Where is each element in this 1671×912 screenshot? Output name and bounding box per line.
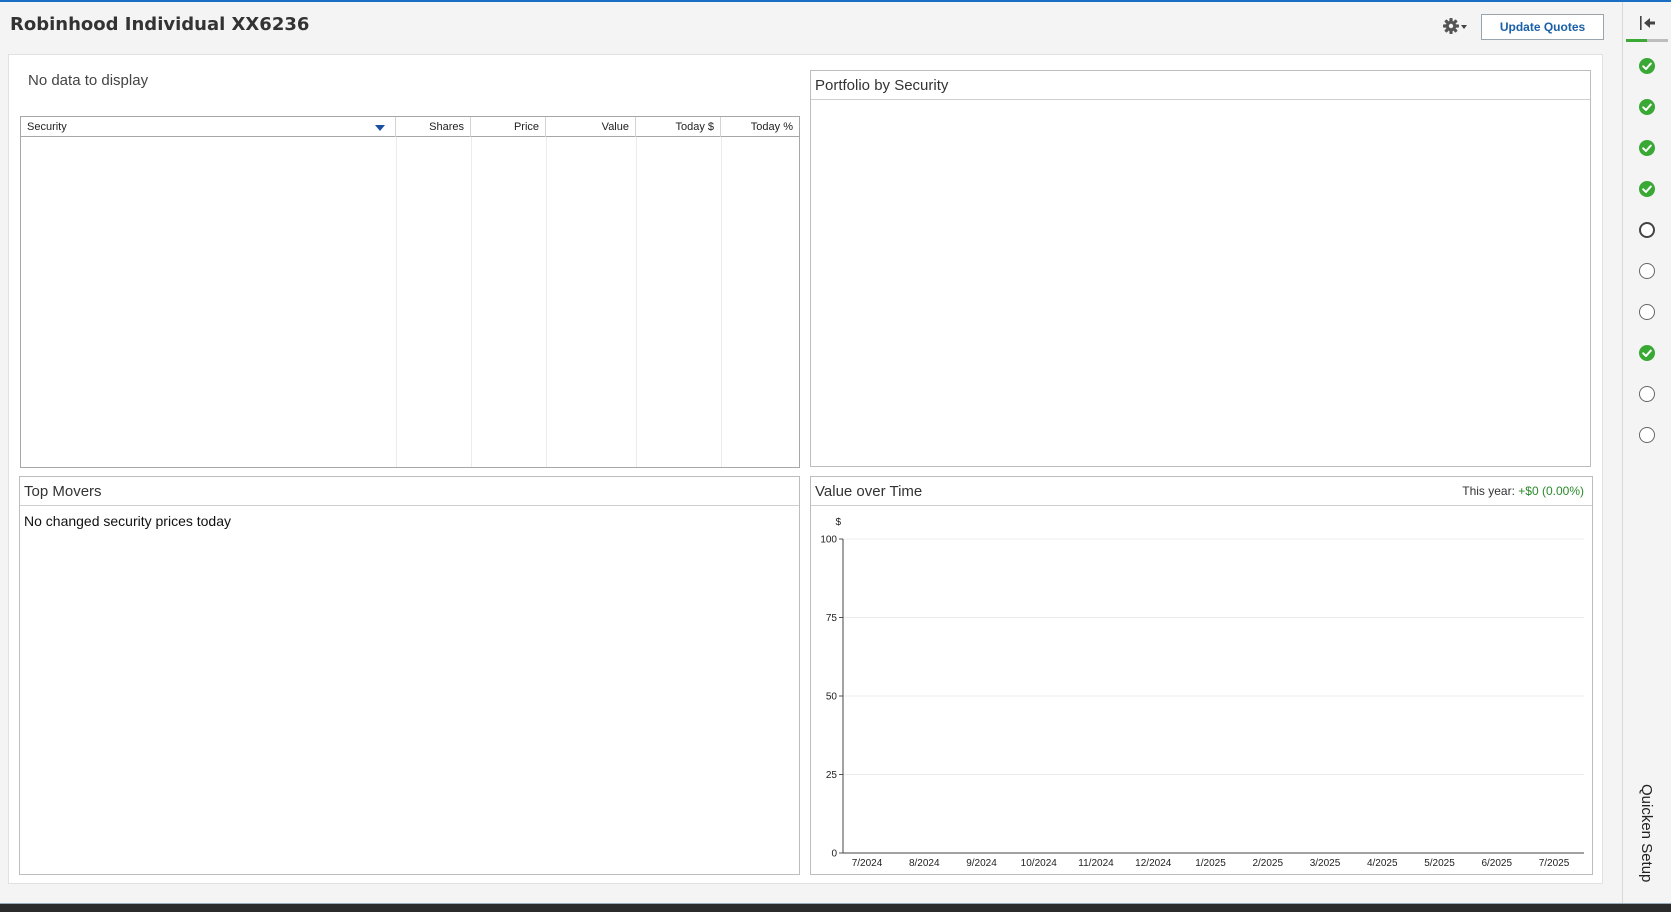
x-tick-label: 10/2024: [1021, 858, 1058, 869]
top-movers-panel: Top Movers No changed security prices to…: [19, 476, 800, 875]
step-complete-icon[interactable]: [1639, 140, 1655, 156]
quicken-setup-label[interactable]: Quicken Setup: [1631, 784, 1661, 884]
taskbar-strip: [0, 904, 1671, 912]
panel-title: Portfolio by Security: [811, 71, 1590, 100]
y-tick-label: 0: [831, 849, 837, 860]
this-year-value: +$0 (0.00%): [1518, 484, 1584, 498]
column-header-security[interactable]: Security: [21, 117, 396, 137]
column-divider: [471, 137, 472, 467]
account-header: Robinhood Individual XX6236 Update Quote…: [0, 2, 1622, 50]
x-tick-label: 9/2024: [966, 858, 997, 869]
x-tick-label: 6/2025: [1481, 858, 1512, 869]
step-incomplete-icon[interactable]: [1639, 304, 1655, 320]
column-header-value[interactable]: Value: [546, 117, 636, 137]
x-tick-label: 11/2024: [1078, 858, 1114, 869]
column-header-shares[interactable]: Shares: [396, 117, 471, 137]
column-divider: [546, 137, 547, 467]
step-incomplete-icon[interactable]: [1639, 263, 1655, 279]
x-tick-label: 1/2025: [1195, 858, 1226, 869]
holdings-empty-message: No data to display: [28, 72, 149, 89]
x-tick-label: 12/2024: [1135, 858, 1172, 869]
this-year-summary: This year: +$0 (0.00%): [1462, 484, 1584, 498]
account-title: Robinhood Individual XX6236: [10, 14, 310, 35]
column-header-label: Security: [27, 121, 67, 133]
y-axis-label: $: [835, 517, 841, 528]
column-divider: [721, 137, 722, 467]
step-complete-icon[interactable]: [1639, 58, 1655, 74]
holdings-table-header: Security Shares Price Value Today $ Toda…: [21, 117, 799, 137]
value-over-time-chart[interactable]: $0 25 50 75 100 7/2024 8/2024 9/2024 10/2024 11/2…: [811, 507, 1592, 873]
panel-title: Top Movers: [20, 477, 799, 506]
step-incomplete-icon[interactable]: [1639, 386, 1655, 402]
x-tick-label: 3/2025: [1310, 858, 1341, 869]
x-tick-label: 2/2025: [1252, 858, 1283, 869]
collapse-panel-icon[interactable]: [1635, 12, 1659, 34]
y-tick-label: 75: [826, 613, 838, 624]
chevron-down-icon: [1461, 25, 1467, 29]
setup-progress-bar: [1626, 39, 1668, 42]
step-complete-icon[interactable]: [1639, 345, 1655, 361]
gear-icon[interactable]: [1443, 16, 1469, 36]
x-tick-label: 4/2025: [1367, 858, 1398, 869]
portfolio-by-security-panel: Portfolio by Security: [810, 70, 1591, 467]
this-year-label: This year:: [1462, 484, 1515, 498]
setup-progress-fill: [1626, 39, 1647, 42]
y-tick-label: 50: [826, 692, 838, 703]
x-tick-label: 7/2025: [1539, 858, 1570, 869]
x-tick-label: 8/2024: [909, 858, 940, 869]
step-incomplete-icon[interactable]: [1639, 427, 1655, 443]
sort-arrow-icon[interactable]: [375, 125, 385, 131]
column-header-price[interactable]: Price: [471, 117, 546, 137]
x-tick-label: 7/2024: [852, 858, 883, 869]
x-tick-label: 5/2025: [1424, 858, 1455, 869]
value-over-time-panel: Value over Time This year: +$0 (0.00%) $…: [810, 476, 1593, 875]
step-complete-icon[interactable]: [1639, 181, 1655, 197]
column-header-today-percent[interactable]: Today %: [721, 117, 799, 137]
y-tick-label: 25: [826, 770, 838, 781]
column-divider: [636, 137, 637, 467]
y-tick-label: 100: [820, 535, 837, 546]
holdings-table[interactable]: Security Shares Price Value Today $ Toda…: [20, 116, 800, 468]
top-movers-empty-message: No changed security prices today: [24, 513, 231, 529]
update-quotes-button[interactable]: Update Quotes: [1481, 14, 1604, 40]
step-incomplete-icon[interactable]: [1639, 222, 1655, 238]
column-header-today-dollar[interactable]: Today $: [636, 117, 721, 137]
quicken-setup-rail: Quicken Setup: [1622, 2, 1671, 904]
step-complete-icon[interactable]: [1639, 99, 1655, 115]
column-divider: [396, 137, 397, 467]
